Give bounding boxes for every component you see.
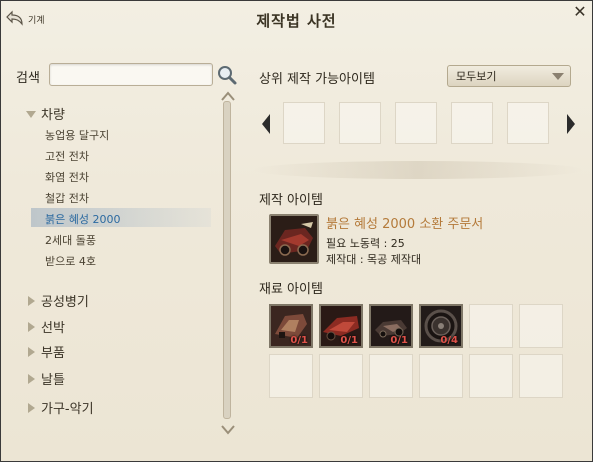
scroll-up-icon[interactable] — [220, 91, 236, 101]
category-label: 공성병기 — [41, 295, 89, 310]
section-divider — [253, 161, 583, 179]
materials-title: 재료 아이템 — [259, 282, 323, 297]
material-slot[interactable]: 0/1 — [369, 304, 413, 348]
material-slot[interactable]: 0/1 — [319, 304, 363, 348]
category-gliders[interactable]: 날틀 — [25, 369, 65, 388]
upper-item-slot[interactable] — [339, 102, 381, 144]
tree-item-classic-chariot[interactable]: 고전 전차 — [45, 148, 89, 164]
material-slot-empty — [419, 354, 463, 398]
category-label: 가구-악기 — [41, 402, 94, 417]
scroll-down-icon[interactable] — [220, 425, 236, 435]
category-label: 부품 — [41, 346, 65, 361]
craft-item-name: 붉은 혜성 2000 소환 주문서 — [326, 217, 484, 232]
category-label: 차량 — [41, 108, 65, 123]
tree-item-armored-chariot[interactable]: 철갑 전차 — [45, 190, 89, 206]
crafting-dictionary-window: 기계 제작법 사전 ✕ 검색 차량 농업용 달구지 고전 전차 화염 전차 철갑… — [0, 0, 593, 462]
tree-item-farm-cart[interactable]: 농업용 달구지 — [45, 127, 109, 143]
scroll-chariot-icon — [271, 216, 317, 262]
material-slot-empty — [469, 354, 513, 398]
craft-bench: 제작대 : 목공 제작대 — [326, 253, 422, 266]
tree-item-red-comet-2000[interactable]: 붉은 혜성 2000 — [45, 211, 120, 227]
material-slot[interactable]: 0/1 — [269, 304, 313, 348]
material-count: 0/1 — [390, 335, 408, 346]
tree-item-2nd-gen-gust[interactable]: 2세대 돌풍 — [45, 232, 96, 248]
chevron-down-icon — [552, 73, 564, 80]
triangle-right-icon — [28, 295, 35, 306]
category-parts[interactable]: 부품 — [25, 342, 65, 361]
title-bar: 기계 제작법 사전 ✕ — [1, 1, 592, 37]
search-label: 검색 — [16, 71, 40, 86]
material-count: 0/1 — [290, 335, 308, 346]
prev-arrow-icon[interactable] — [261, 113, 271, 135]
material-slot-empty — [469, 304, 513, 348]
triangle-right-icon — [28, 346, 35, 357]
material-slot-empty — [519, 304, 563, 348]
upper-item-slot[interactable] — [395, 102, 437, 144]
material-slot-empty — [269, 354, 313, 398]
next-arrow-icon[interactable] — [566, 113, 576, 135]
tree-scrollbar[interactable] — [223, 101, 231, 419]
search-input[interactable] — [49, 63, 213, 86]
tree-item-number-4[interactable]: 받으로 4호 — [45, 253, 96, 269]
category-label: 선박 — [41, 321, 65, 336]
craft-item-icon[interactable] — [269, 214, 319, 264]
triangle-down-icon — [26, 110, 36, 118]
category-vehicles[interactable]: 차량 — [25, 104, 65, 123]
craft-item-title: 제작 아이템 — [259, 193, 323, 208]
tree-item-flame-chariot[interactable]: 화염 전차 — [45, 169, 89, 185]
upper-item-slot[interactable] — [507, 102, 549, 144]
filter-dropdown[interactable]: 모두보기 — [447, 65, 571, 87]
material-slot-empty — [369, 354, 413, 398]
triangle-right-icon — [28, 373, 35, 384]
upper-item-slot[interactable] — [283, 102, 325, 144]
material-slot-empty — [319, 354, 363, 398]
triangle-right-icon — [28, 321, 35, 332]
filter-dropdown-value: 모두보기 — [456, 70, 497, 83]
upper-item-slot[interactable] — [451, 102, 493, 144]
material-slot-empty — [519, 354, 563, 398]
search-icon[interactable] — [216, 64, 238, 86]
category-siege-weapons[interactable]: 공성병기 — [25, 291, 89, 310]
craft-labor: 필요 노동력 : 25 — [326, 237, 405, 250]
category-label: 날틀 — [41, 373, 65, 388]
material-count: 0/4 — [440, 335, 458, 346]
category-furniture-instruments[interactable]: 가구-악기 — [25, 398, 94, 417]
triangle-right-icon — [28, 402, 35, 413]
upper-items-title: 상위 제작 가능아이템 — [259, 72, 375, 87]
window-title: 제작법 사전 — [256, 12, 337, 30]
material-slot[interactable]: 0/4 — [419, 304, 463, 348]
category-ships[interactable]: 선박 — [25, 317, 65, 336]
material-count: 0/1 — [340, 335, 358, 346]
close-icon[interactable]: ✕ — [572, 4, 588, 20]
